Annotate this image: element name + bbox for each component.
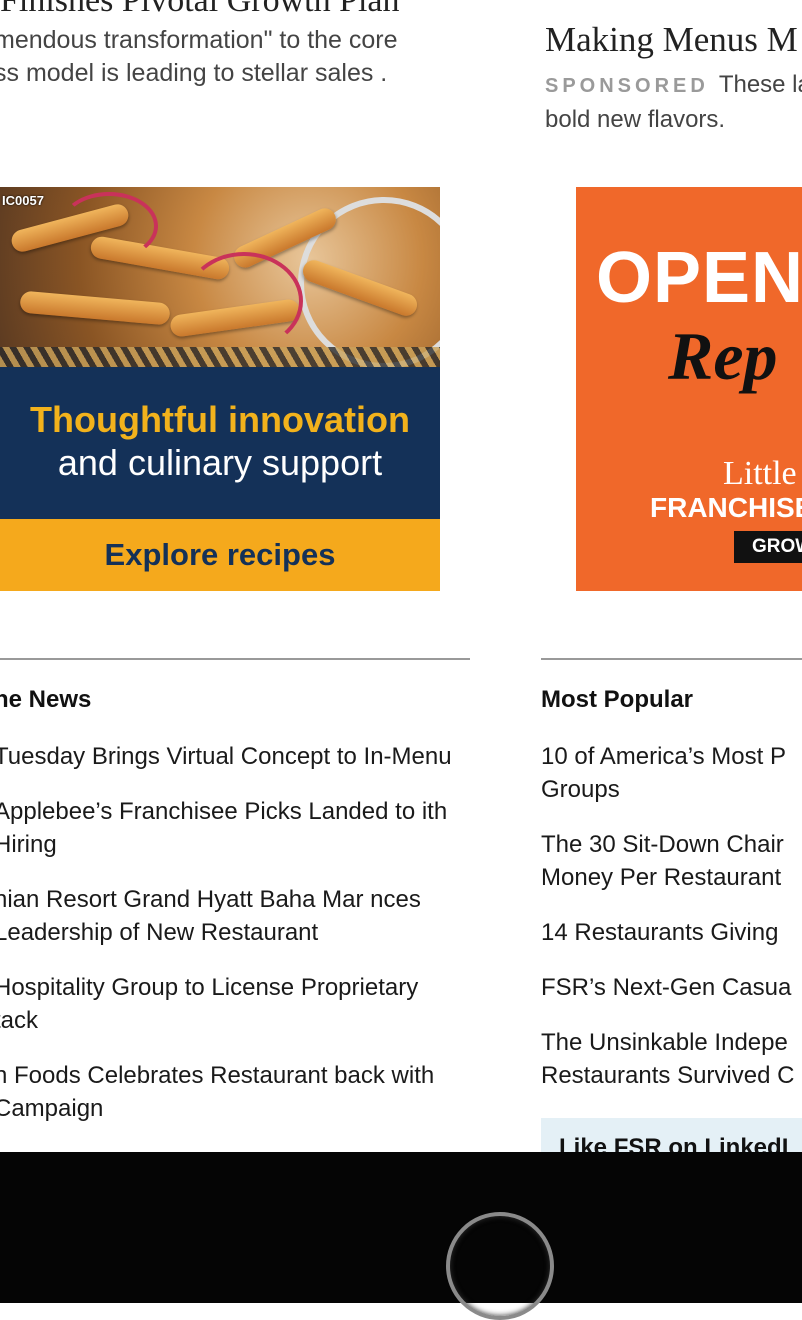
ad-little-text: Little [723,455,797,492]
popular-item[interactable]: 10 of America’s Most P Groups [541,740,802,806]
news-item[interactable]: Applebee’s Franchisee Picks Landed to it… [0,795,464,861]
online-news-list: Tuesday Brings Virtual Concept to In-Men… [0,740,464,1147]
browser-viewport: Finishes Pivotal Growth Plan mendous tra… [0,0,802,1152]
ad-headline: Thoughtful innovation [30,399,410,440]
right-story-description: SPONSORED These la bold new flavors. [545,68,802,137]
news-item[interactable]: n Foods Celebrates Restaurant back with … [0,1059,464,1125]
right-story-title[interactable]: Making Menus M [545,20,798,60]
left-story-title[interactable]: Finishes Pivotal Growth Plan [0,0,400,20]
onion-shape [60,192,158,260]
online-news-heading: ne News [0,686,92,713]
device-bezel [0,1152,802,1320]
news-item[interactable]: nian Resort Grand Hyatt Baha Mar nces Le… [0,883,464,949]
news-item[interactable]: Hospitality Group to License Proprietary… [0,971,464,1037]
ad-script-text: Rep [668,318,778,394]
onion-shape [185,252,303,350]
news-item[interactable]: Tuesday Brings Virtual Concept to In-Men… [0,740,464,773]
popular-item[interactable]: 14 Restaurants Giving [541,916,802,949]
sponsored-label: SPONSORED [545,75,709,97]
ad-franchise-text: FRANCHISE [650,492,802,523]
most-popular-heading: Most Popular [541,686,694,713]
ad-open-text: OPEN. [596,238,802,318]
popular-item[interactable]: The Unsinkable Indepe Restaurants Surviv… [541,1026,802,1092]
linkedin-promo[interactable]: Like FSR on LinkedI [541,1118,802,1152]
ad-franchise[interactable]: OPEN. Rep Little FRANCHISE GROW [576,187,802,591]
ad-pattern-border [0,347,440,367]
divider-left [0,658,470,660]
ad-culinary-support[interactable]: IC0057 Thoughtful innovation and culinar… [0,187,440,591]
popular-item[interactable]: FSR’s Next-Gen Casua [541,971,802,1004]
most-popular-list: 10 of America’s Most P Groups The 30 Sit… [541,740,802,1114]
fry-shape [19,290,171,326]
ad-grow-button[interactable]: GROW [734,531,802,563]
linkedin-label: Like FSR on LinkedI [559,1134,789,1152]
popular-item[interactable]: The 30 Sit-Down Chair Money Per Restaura… [541,828,802,894]
ad-code: IC0057 [2,193,44,208]
divider-right [541,658,802,660]
ad-food-photo: IC0057 [0,187,440,369]
home-button-icon[interactable] [446,1212,554,1320]
ad-text-panel: Thoughtful innovation and culinary suppo… [0,367,440,519]
ad-subhead: and culinary support [57,442,383,483]
explore-recipes-button[interactable]: Explore recipes [0,519,440,591]
left-story-description: mendous transformation" to the core ss m… [0,26,398,87]
